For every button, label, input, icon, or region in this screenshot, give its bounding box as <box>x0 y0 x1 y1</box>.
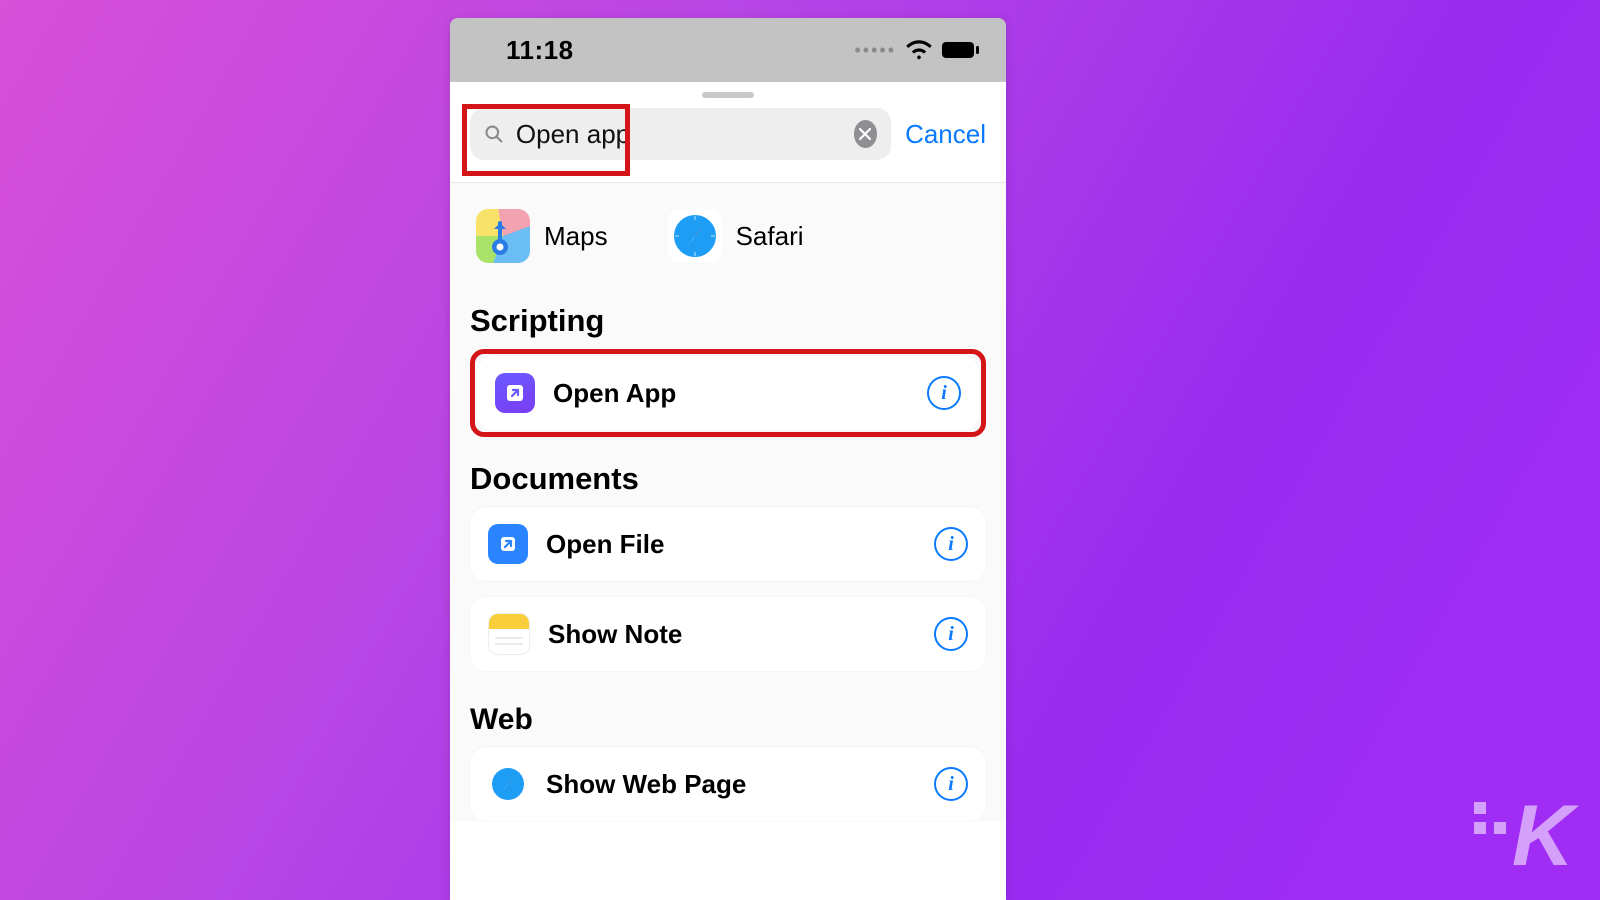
action-open-file-label: Open File <box>546 529 916 560</box>
close-icon <box>859 128 871 140</box>
action-show-web-page[interactable]: Show Web Page i <box>470 747 986 821</box>
card-open-file: Open File i <box>470 507 986 581</box>
maps-icon <box>476 209 530 263</box>
results-content: Maps Safari Scripting <box>450 183 1006 821</box>
status-bar: 11:18 ••••• <box>450 18 1006 82</box>
info-button-open-file[interactable]: i <box>934 527 968 561</box>
action-open-file[interactable]: Open File i <box>470 507 986 581</box>
search-icon <box>484 122 504 146</box>
open-app-icon <box>495 373 535 413</box>
watermark-letter: K <box>1512 787 1570 886</box>
card-show-note: Show Note i <box>470 597 986 671</box>
search-box[interactable] <box>470 108 891 160</box>
background: 11:18 ••••• Cancel <box>0 0 1600 900</box>
watermark-dots-icon <box>1474 802 1506 834</box>
status-icons: ••••• <box>854 40 980 61</box>
wifi-icon <box>906 40 932 60</box>
action-show-note-label: Show Note <box>548 619 916 650</box>
action-show-note[interactable]: Show Note i <box>470 597 986 671</box>
search-row: Cancel <box>450 82 1006 182</box>
section-documents-title: Documents <box>470 461 986 497</box>
action-show-web-page-label: Show Web Page <box>546 769 916 800</box>
app-safari-label: Safari <box>736 221 804 252</box>
section-web: Web Show Web Page i <box>470 687 986 821</box>
clear-search-button[interactable] <box>854 120 877 148</box>
cancel-button[interactable]: Cancel <box>905 119 986 150</box>
search-sheet: Cancel Maps <box>450 82 1006 821</box>
section-scripting-title: Scripting <box>470 303 986 339</box>
section-scripting: Scripting Open App i <box>470 291 986 437</box>
cellular-dots-icon: ••••• <box>854 40 896 61</box>
app-maps[interactable]: Maps <box>476 209 608 263</box>
card-show-web-page: Show Web Page i <box>470 747 986 821</box>
info-button-open-app[interactable]: i <box>927 376 961 410</box>
battery-icon <box>942 41 980 59</box>
action-open-app-label: Open App <box>553 378 909 409</box>
notes-icon <box>488 613 530 655</box>
phone-frame: 11:18 ••••• Cancel <box>450 18 1006 900</box>
watermark: K <box>1474 787 1570 886</box>
safari-small-icon <box>488 764 528 804</box>
info-button-show-note[interactable]: i <box>934 617 968 651</box>
section-web-title: Web <box>470 703 986 737</box>
action-open-app[interactable]: Open App i <box>477 356 979 430</box>
open-file-icon <box>488 524 528 564</box>
annotation-highlight-open-app: Open App i <box>470 349 986 437</box>
status-time: 11:18 <box>506 35 574 66</box>
card-open-app: Open App i <box>477 356 979 430</box>
section-documents: Documents Open File i <box>470 437 986 671</box>
app-maps-label: Maps <box>544 221 608 252</box>
app-safari[interactable]: Safari <box>668 209 804 263</box>
apps-row: Maps Safari <box>470 183 986 291</box>
info-button-show-web-page[interactable]: i <box>934 767 968 801</box>
search-input[interactable] <box>514 118 844 151</box>
safari-icon <box>668 209 722 263</box>
